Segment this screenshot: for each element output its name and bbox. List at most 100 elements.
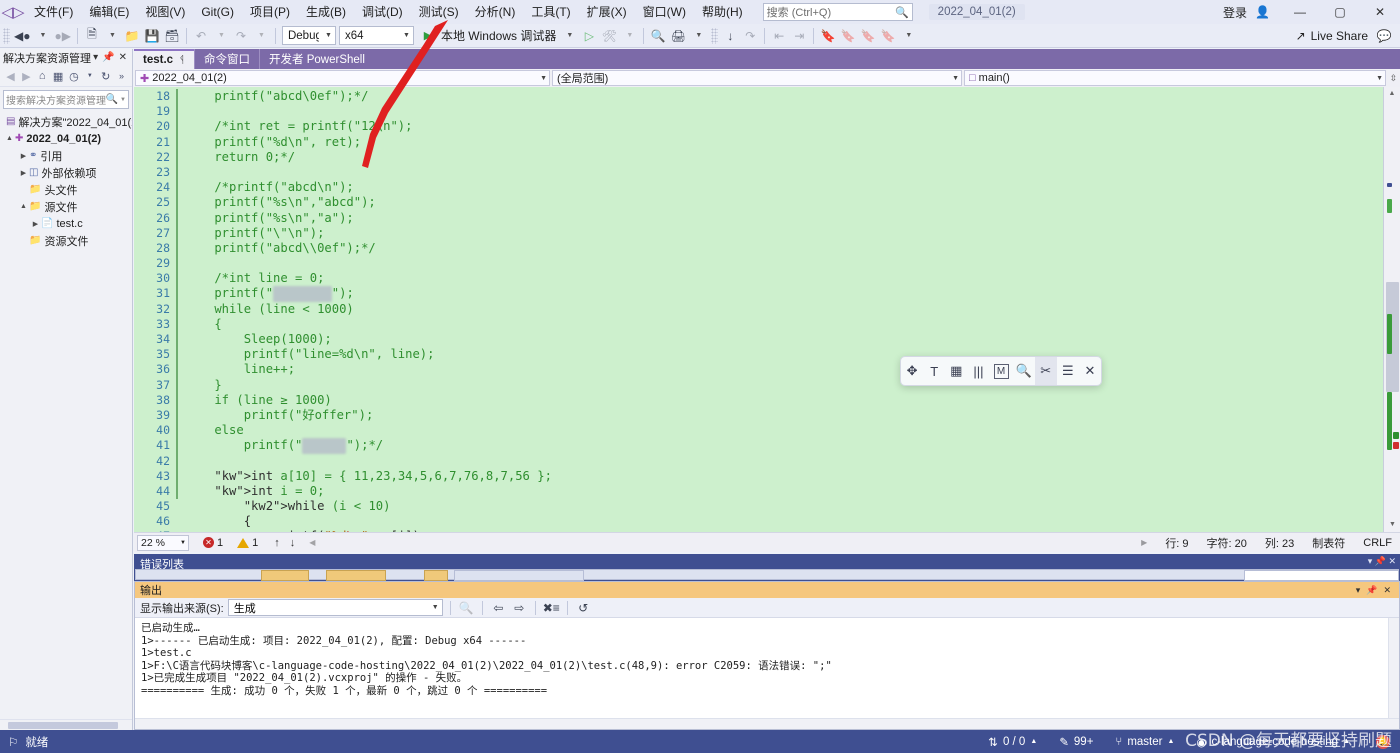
toolbar-overflow-icon[interactable]: ▼: [898, 26, 918, 46]
close-icon[interactable]: ✕: [117, 52, 129, 63]
save-all-icon[interactable]: 🗃: [162, 26, 182, 46]
tree-node-external-deps[interactable]: ▶ ◫ 外部依赖项: [0, 164, 132, 181]
back-icon[interactable]: ◀: [3, 68, 18, 85]
line-ending[interactable]: CRLF: [1363, 537, 1392, 549]
account-icon[interactable]: 👤: [1255, 5, 1270, 19]
clear-all-icon[interactable]: ✖≡: [543, 599, 560, 616]
code-line[interactable]: printf("abcd\0ef");*/: [185, 89, 1400, 104]
scroll-down-arrow-icon[interactable]: ▼: [1384, 518, 1400, 532]
screen-capture-toolbar[interactable]: ✥ T ▦ ||| M 🔍 ✂ ☰ ✕: [900, 356, 1102, 386]
nav-scope-combo[interactable]: (全局范围) ▼: [552, 70, 962, 86]
minimize-button[interactable]: —: [1280, 0, 1320, 24]
close-button[interactable]: ✕: [1360, 0, 1400, 24]
previous-issue-icon[interactable]: ↑: [274, 537, 280, 549]
pin-icon[interactable]: ᛩ: [179, 55, 185, 66]
output-vertical-scrollbar[interactable]: [1388, 618, 1399, 718]
code-line[interactable]: if (line ≥ 1000): [185, 393, 1400, 408]
tab-command-window[interactable]: 命令窗口: [194, 49, 260, 69]
issue-overflow-icon[interactable]: ◀: [309, 538, 315, 547]
start-debug-label[interactable]: 本地 Windows 调试器: [438, 27, 559, 44]
code-line[interactable]: Sleep(1000);: [185, 332, 1400, 347]
toolbar-grip-2[interactable]: [711, 27, 719, 44]
scissors-icon[interactable]: ✂: [1034, 357, 1057, 385]
navigate-backward-dropdown[interactable]: ▼: [32, 26, 52, 46]
code-line[interactable]: printf("%d\n", ret);: [185, 135, 1400, 150]
home-icon[interactable]: ⌂: [35, 68, 50, 85]
menu-help[interactable]: 帮助(H): [694, 0, 751, 24]
new-project-icon[interactable]: 🗎: [82, 26, 102, 46]
expand-arrow-icon[interactable]: ▶: [18, 169, 29, 177]
preview-selected-items-icon[interactable]: 🔍: [648, 26, 668, 46]
tree-node-references[interactable]: ▶ ⚭ 引用: [0, 147, 132, 164]
menu-window[interactable]: 窗口(W): [635, 0, 694, 24]
toolbar-grip[interactable]: [3, 27, 10, 44]
ghost-search[interactable]: [1244, 570, 1399, 581]
scroll-up-arrow-icon[interactable]: ▲: [1384, 87, 1400, 101]
solution-explorer-hscrollbar[interactable]: [0, 719, 132, 730]
start-debug-icon[interactable]: ▶: [418, 26, 438, 46]
tab-developer-powershell[interactable]: 开发者 PowerShell: [259, 49, 374, 69]
menu-icon[interactable]: ☰: [1057, 357, 1079, 385]
toggle-bookmark-icon[interactable]: 🔖: [818, 26, 838, 46]
notification-flag-icon[interactable]: ⚐: [8, 735, 18, 749]
menu-test[interactable]: 测试(S): [411, 0, 467, 24]
solution-platform-combo[interactable]: x64 ▼: [338, 26, 414, 45]
code-line[interactable]: printf("%d\n", a[i]);: [185, 529, 1400, 532]
code-line[interactable]: /*printf("abcd\n");: [185, 180, 1400, 195]
code-line[interactable]: {: [185, 317, 1400, 332]
previous-bookmark-icon[interactable]: 🔖: [838, 26, 858, 46]
branch-selector[interactable]: ⑂ master ▲: [1115, 736, 1174, 748]
magnifier-icon[interactable]: 🔍: [1013, 357, 1035, 385]
clear-bookmarks-icon[interactable]: 🔖: [878, 26, 898, 46]
save-icon[interactable]: 💾: [142, 26, 162, 46]
code-line[interactable]: line++;: [185, 362, 1400, 377]
code-line[interactable]: "kw">int i = 0;: [185, 484, 1400, 499]
code-line[interactable]: printf("line=%d\n", line);: [185, 347, 1400, 362]
pending-changes-icon[interactable]: ◷: [67, 68, 82, 85]
menu-debug[interactable]: 调试(D): [354, 0, 411, 24]
columns-icon[interactable]: |||: [967, 357, 989, 385]
code-line[interactable]: printf("______");*/: [185, 438, 1400, 454]
start-debug-dropdown[interactable]: ▼: [559, 26, 579, 46]
next-bookmark-icon[interactable]: 🔖: [858, 26, 878, 46]
code-line[interactable]: {: [185, 514, 1400, 529]
tree-node-resource-files[interactable]: 📁 资源文件: [0, 232, 132, 249]
attach-dropdown[interactable]: ▼: [619, 26, 639, 46]
open-file-icon[interactable]: 📁: [122, 26, 142, 46]
undo-icon[interactable]: ↶: [191, 26, 211, 46]
close-icon[interactable]: ✕: [1079, 357, 1101, 385]
expand-arrow-icon[interactable]: ▶: [30, 220, 41, 228]
new-project-dropdown[interactable]: ▼: [102, 26, 122, 46]
error-list-dock-controls[interactable]: ▾ 📌 ✕: [1368, 556, 1396, 567]
forward-icon[interactable]: ▶: [19, 68, 34, 85]
mosaic-icon[interactable]: M: [993, 363, 1009, 379]
live-visual-tree-icon[interactable]: 🖨: [668, 26, 688, 46]
pending-changes[interactable]: ✎ 99+: [1059, 735, 1093, 749]
next-issue-icon[interactable]: ↓: [290, 537, 296, 549]
chevron-down-icon[interactable]: ▼: [82, 68, 97, 85]
tree-node-project[interactable]: ▲ ✚ 2022_04_01(2): [0, 130, 132, 147]
code-line[interactable]: printf("\"\n");: [185, 226, 1400, 241]
go-to-previous-message-icon[interactable]: ⇦: [490, 599, 507, 616]
close-icon[interactable]: ✕: [1380, 585, 1394, 596]
output-text[interactable]: 已启动生成… 1>------ 已启动生成: 项目: 2022_04_01(2)…: [135, 618, 1399, 701]
warning-count-badge[interactable]: 1: [237, 537, 258, 549]
zoom-level-combo[interactable]: 22 % ▼: [137, 534, 189, 551]
chevron-down-icon[interactable]: ▾: [1353, 585, 1364, 596]
attach-process-icon[interactable]: 🛠: [599, 26, 619, 46]
step-into-icon[interactable]: ↓: [720, 26, 740, 46]
tree-node-testc[interactable]: ▶ 📄 test.c: [0, 215, 132, 232]
menu-edit[interactable]: 编辑(E): [81, 0, 137, 24]
code-editor-surface[interactable]: 18 19 20 21 22 23 24 25 26 27 28 29 30 31 32 33 34 35 36 37…: [134, 87, 1400, 532]
start-without-debug-icon[interactable]: ▷: [579, 26, 599, 46]
code-line[interactable]: else: [185, 423, 1400, 438]
navigate-backward-button[interactable]: ◀●: [12, 26, 32, 46]
redo-dropdown[interactable]: ▼: [251, 26, 271, 46]
menu-project[interactable]: 项目(P): [242, 0, 298, 24]
solution-view-icon[interactable]: ▦: [51, 68, 66, 85]
code-line[interactable]: printf("好offer");: [185, 408, 1400, 423]
ghost-button[interactable]: [424, 570, 448, 581]
overflow-icon[interactable]: »: [114, 68, 129, 85]
solution-explorer-search-input[interactable]: 搜索解决方案资源管理器 🔍 ▼: [3, 90, 129, 109]
chevron-down-icon[interactable]: ▼: [120, 97, 126, 103]
